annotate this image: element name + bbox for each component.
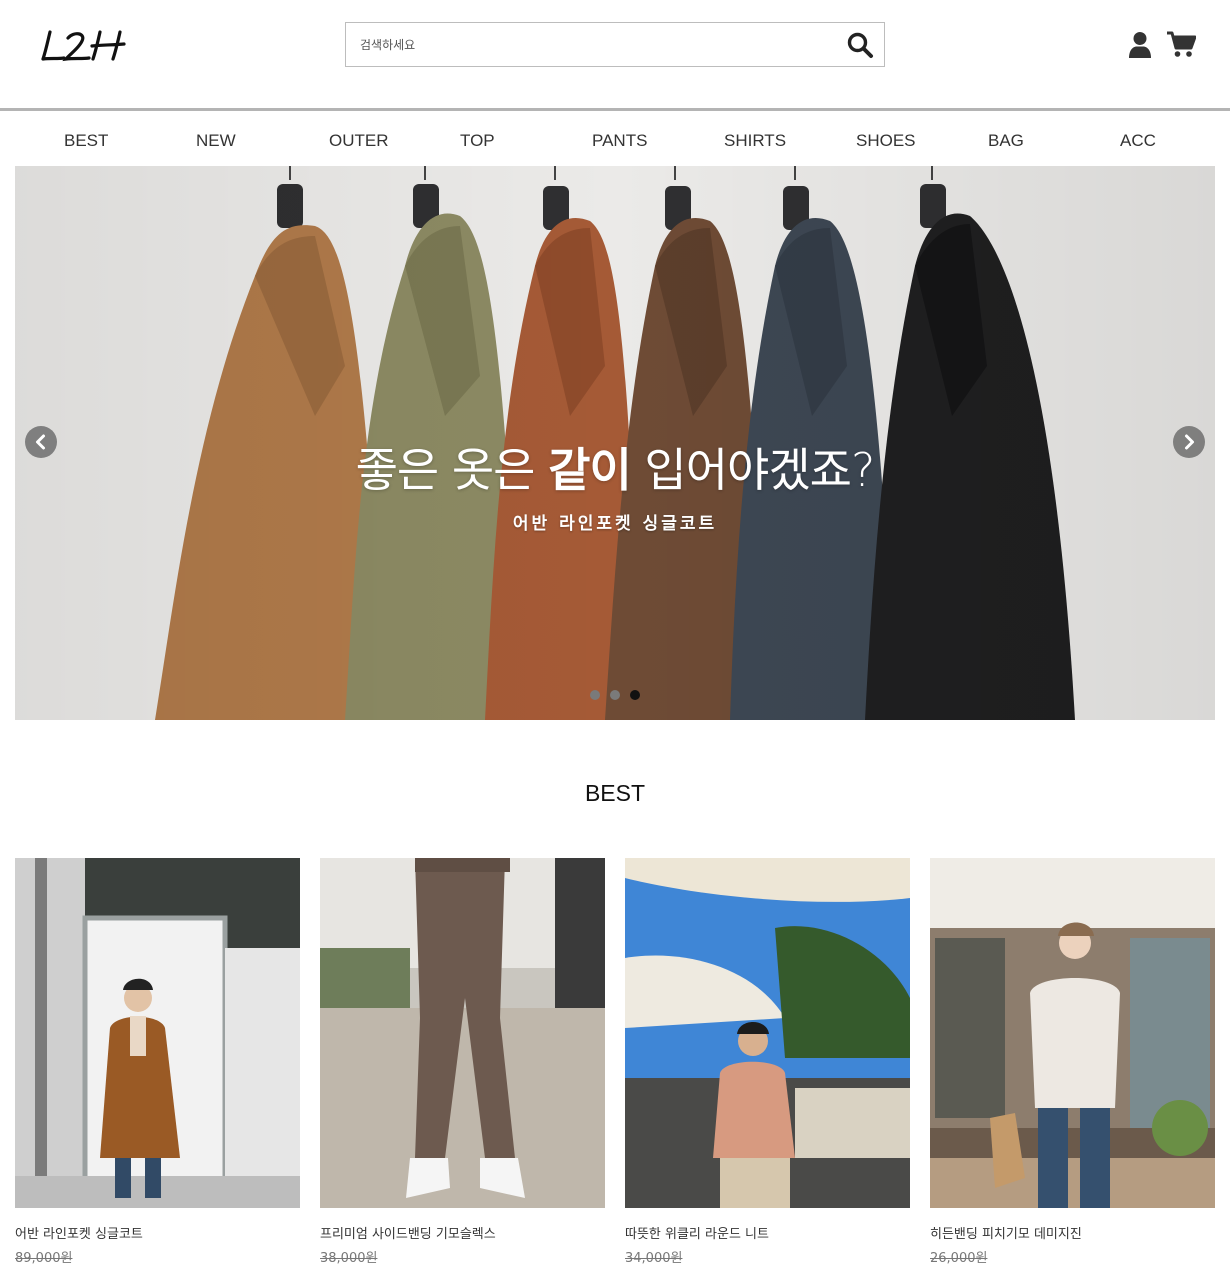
banner-headline: 좋은 옷은 같이 입어야겠죠? <box>15 434 1215 500</box>
headline-post: 입어야겠죠? <box>630 443 875 497</box>
chevron-right-icon <box>1185 434 1194 450</box>
logo[interactable] <box>40 28 132 64</box>
main-nav: BEST NEW OUTER TOP PANTS SHIRTS SHOES BA… <box>0 111 1230 166</box>
best-section-title: BEST <box>584 780 646 806</box>
nav-item-acc[interactable]: ACC <box>1120 131 1156 151</box>
banner-next-button[interactable] <box>1173 426 1205 458</box>
product-image[interactable] <box>930 858 1215 1208</box>
nav-item-outer[interactable]: OUTER <box>329 131 389 151</box>
product-image[interactable] <box>320 858 605 1208</box>
user-icon <box>1129 32 1151 58</box>
nav-item-new[interactable]: NEW <box>196 131 236 151</box>
product-card[interactable]: 프리미엄 사이드밴딩 기모슬렉스 38,000원 <box>320 858 605 1269</box>
site-header <box>0 0 1230 108</box>
product-card[interactable]: 어반 라인포켓 싱글코트 89,000원 <box>15 858 300 1269</box>
cart-button[interactable] <box>1166 31 1197 58</box>
nav-item-shirts[interactable]: SHIRTS <box>724 131 786 151</box>
product-price: 26,000원 <box>930 1251 988 1266</box>
product-card[interactable]: 따뜻한 위클리 라운드 니트 34,000원 <box>625 858 910 1269</box>
product-image[interactable] <box>625 858 910 1208</box>
banner-dot-3[interactable] <box>630 690 640 700</box>
search-icon <box>847 32 873 58</box>
nav-item-bag[interactable]: BAG <box>988 131 1024 151</box>
product-name[interactable]: 따뜻한 위클리 라운드 니트 <box>625 1223 769 1242</box>
cart-icon <box>1167 31 1197 57</box>
banner-prev-button[interactable] <box>25 426 57 458</box>
product-name[interactable]: 어반 라인포켓 싱글코트 <box>15 1223 143 1242</box>
headline-bold: 같이 <box>548 443 632 497</box>
banner-pagination <box>590 690 650 700</box>
banner-dot-1[interactable] <box>590 690 600 700</box>
nav-item-shoes[interactable]: SHOES <box>856 131 916 151</box>
nav-item-pants[interactable]: PANTS <box>592 131 647 151</box>
logo-mark <box>41 30 126 62</box>
product-image[interactable] <box>15 858 300 1208</box>
nav-item-top[interactable]: TOP <box>460 131 495 151</box>
search-button[interactable] <box>846 31 874 59</box>
headline-pre: 좋은 옷은 <box>355 443 549 497</box>
hero-banner[interactable]: 좋은 옷은 같이 입어야겠죠? 어반 라인포켓 싱글코트 <box>15 166 1215 720</box>
banner-subtitle: 어반 라인포켓 싱글코트 <box>512 514 718 534</box>
user-account-button[interactable] <box>1128 31 1152 59</box>
banner-dot-2[interactable] <box>610 690 620 700</box>
product-card[interactable]: 히든밴딩 피치기모 데미지진 26,000원 <box>930 858 1215 1269</box>
product-price: 89,000원 <box>15 1251 73 1266</box>
nav-item-best[interactable]: BEST <box>64 131 108 151</box>
product-price: 38,000원 <box>320 1251 378 1266</box>
chevron-left-icon <box>36 434 45 450</box>
search-input[interactable] <box>346 23 826 66</box>
product-price: 34,000원 <box>625 1251 683 1266</box>
product-name[interactable]: 프리미엄 사이드밴딩 기모슬렉스 <box>320 1223 496 1242</box>
product-name[interactable]: 히든밴딩 피치기모 데미지진 <box>930 1223 1082 1242</box>
search-box <box>345 22 885 67</box>
